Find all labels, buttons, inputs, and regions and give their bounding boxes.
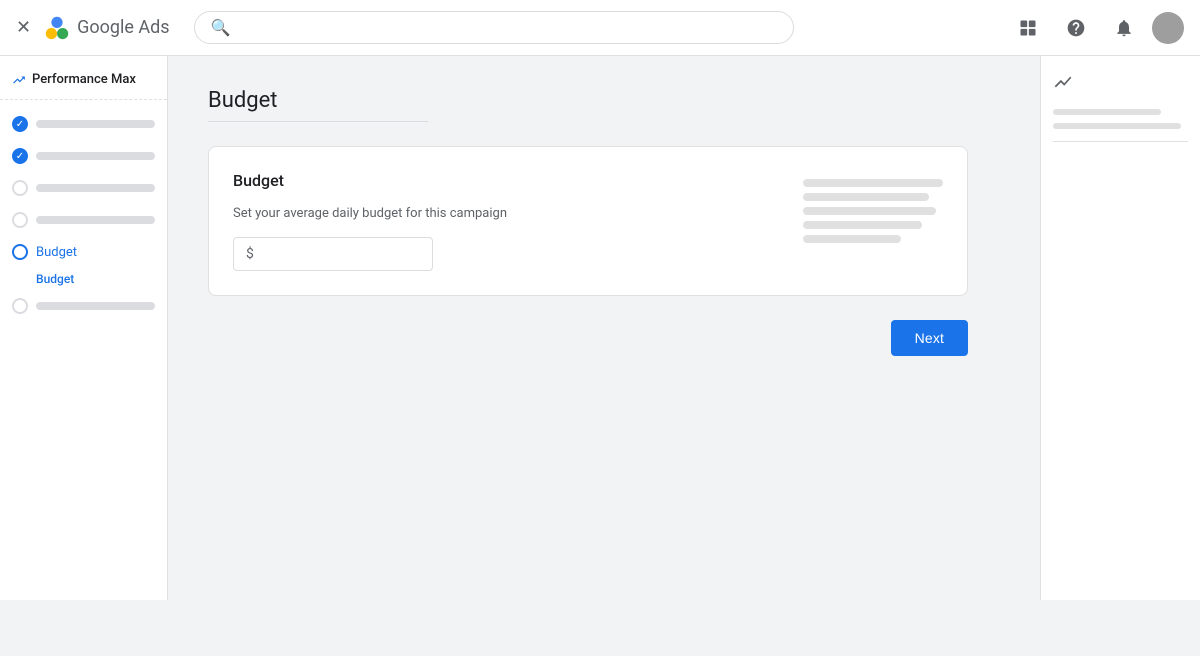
budget-card: Budget Set your average daily budget for… bbox=[208, 146, 968, 296]
budget-card-title: Budget bbox=[233, 171, 771, 190]
sidebar-item-6[interactable] bbox=[0, 290, 167, 322]
sidebar-sub-item-budget[interactable]: Budget bbox=[0, 268, 167, 290]
search-bar[interactable]: 🔍 bbox=[194, 11, 794, 44]
sidebar-item-3[interactable] bbox=[0, 172, 167, 204]
help-icon bbox=[1066, 18, 1086, 38]
main-content: Budget Budget Set your average daily bud… bbox=[168, 56, 1040, 600]
sidebar-items: ✓ ✓ Budget bbox=[0, 100, 167, 330]
sidebar-item-budget[interactable]: Budget bbox=[0, 236, 167, 268]
sidebar-item-1-line bbox=[36, 120, 155, 128]
page-layout: Performance Max ✓ ✓ bbox=[0, 56, 1200, 600]
logo-text: Google Ads bbox=[77, 17, 169, 38]
logo: Google Ads bbox=[43, 14, 169, 42]
sidebar-item-budget-icon bbox=[12, 244, 28, 260]
page-title: Budget bbox=[208, 88, 1000, 113]
right-panel-line-1 bbox=[1053, 109, 1161, 115]
sidebar-item-2[interactable]: ✓ bbox=[0, 140, 167, 172]
sidebar-item-2-icon: ✓ bbox=[12, 148, 28, 164]
sidebar-item-4-icon bbox=[12, 212, 28, 228]
sidebar-sub-item-label: Budget bbox=[36, 272, 74, 286]
trending-up-icon bbox=[12, 73, 26, 87]
budget-card-right bbox=[803, 171, 943, 271]
right-panel-divider bbox=[1053, 141, 1188, 142]
sidebar-item-6-line bbox=[36, 302, 155, 310]
sidebar-item-2-line bbox=[36, 152, 155, 160]
sidebar-item-3-icon bbox=[12, 180, 28, 196]
next-button[interactable]: Next bbox=[891, 320, 968, 356]
help-icon-button[interactable] bbox=[1056, 8, 1096, 48]
action-row: Next bbox=[208, 320, 968, 356]
title-divider bbox=[208, 121, 428, 122]
sidebar-item-4-line bbox=[36, 216, 155, 224]
notifications-icon-button[interactable] bbox=[1104, 8, 1144, 48]
placeholder-line-1 bbox=[803, 179, 943, 187]
sidebar-item-3-line bbox=[36, 184, 155, 192]
sidebar-item-budget-label: Budget bbox=[36, 245, 77, 260]
grid-icon-button[interactable] bbox=[1008, 8, 1048, 48]
search-icon: 🔍 bbox=[211, 18, 231, 37]
chart-icon bbox=[1053, 72, 1188, 97]
placeholder-line-4 bbox=[803, 221, 922, 229]
search-input[interactable] bbox=[239, 20, 777, 36]
currency-symbol: $ bbox=[246, 246, 254, 262]
grid-icon bbox=[1018, 18, 1038, 38]
sidebar-campaign-title: Performance Max bbox=[32, 72, 136, 87]
sidebar-title: Performance Max bbox=[0, 72, 167, 100]
avatar[interactable] bbox=[1152, 12, 1184, 44]
right-panel bbox=[1040, 56, 1200, 600]
close-icon[interactable]: ✕ bbox=[16, 17, 31, 38]
budget-input-wrap[interactable]: $ bbox=[233, 237, 433, 271]
sidebar-item-1-icon: ✓ bbox=[12, 116, 28, 132]
top-navigation: ✕ Google Ads 🔍 bbox=[0, 0, 1200, 56]
google-ads-logo-icon bbox=[43, 14, 71, 42]
right-panel-line-2 bbox=[1053, 123, 1181, 129]
budget-card-left: Budget Set your average daily budget for… bbox=[233, 171, 771, 271]
placeholder-line-2 bbox=[803, 193, 929, 201]
sidebar: Performance Max ✓ ✓ bbox=[0, 56, 168, 600]
nav-right-actions bbox=[1008, 8, 1184, 48]
sidebar-item-4[interactable] bbox=[0, 204, 167, 236]
placeholder-line-5 bbox=[803, 235, 901, 243]
sidebar-item-1[interactable]: ✓ bbox=[0, 108, 167, 140]
budget-input[interactable] bbox=[258, 246, 420, 262]
placeholder-line-3 bbox=[803, 207, 936, 215]
sidebar-item-6-icon bbox=[12, 298, 28, 314]
bell-icon bbox=[1114, 18, 1134, 38]
budget-description: Set your average daily budget for this c… bbox=[233, 206, 771, 221]
